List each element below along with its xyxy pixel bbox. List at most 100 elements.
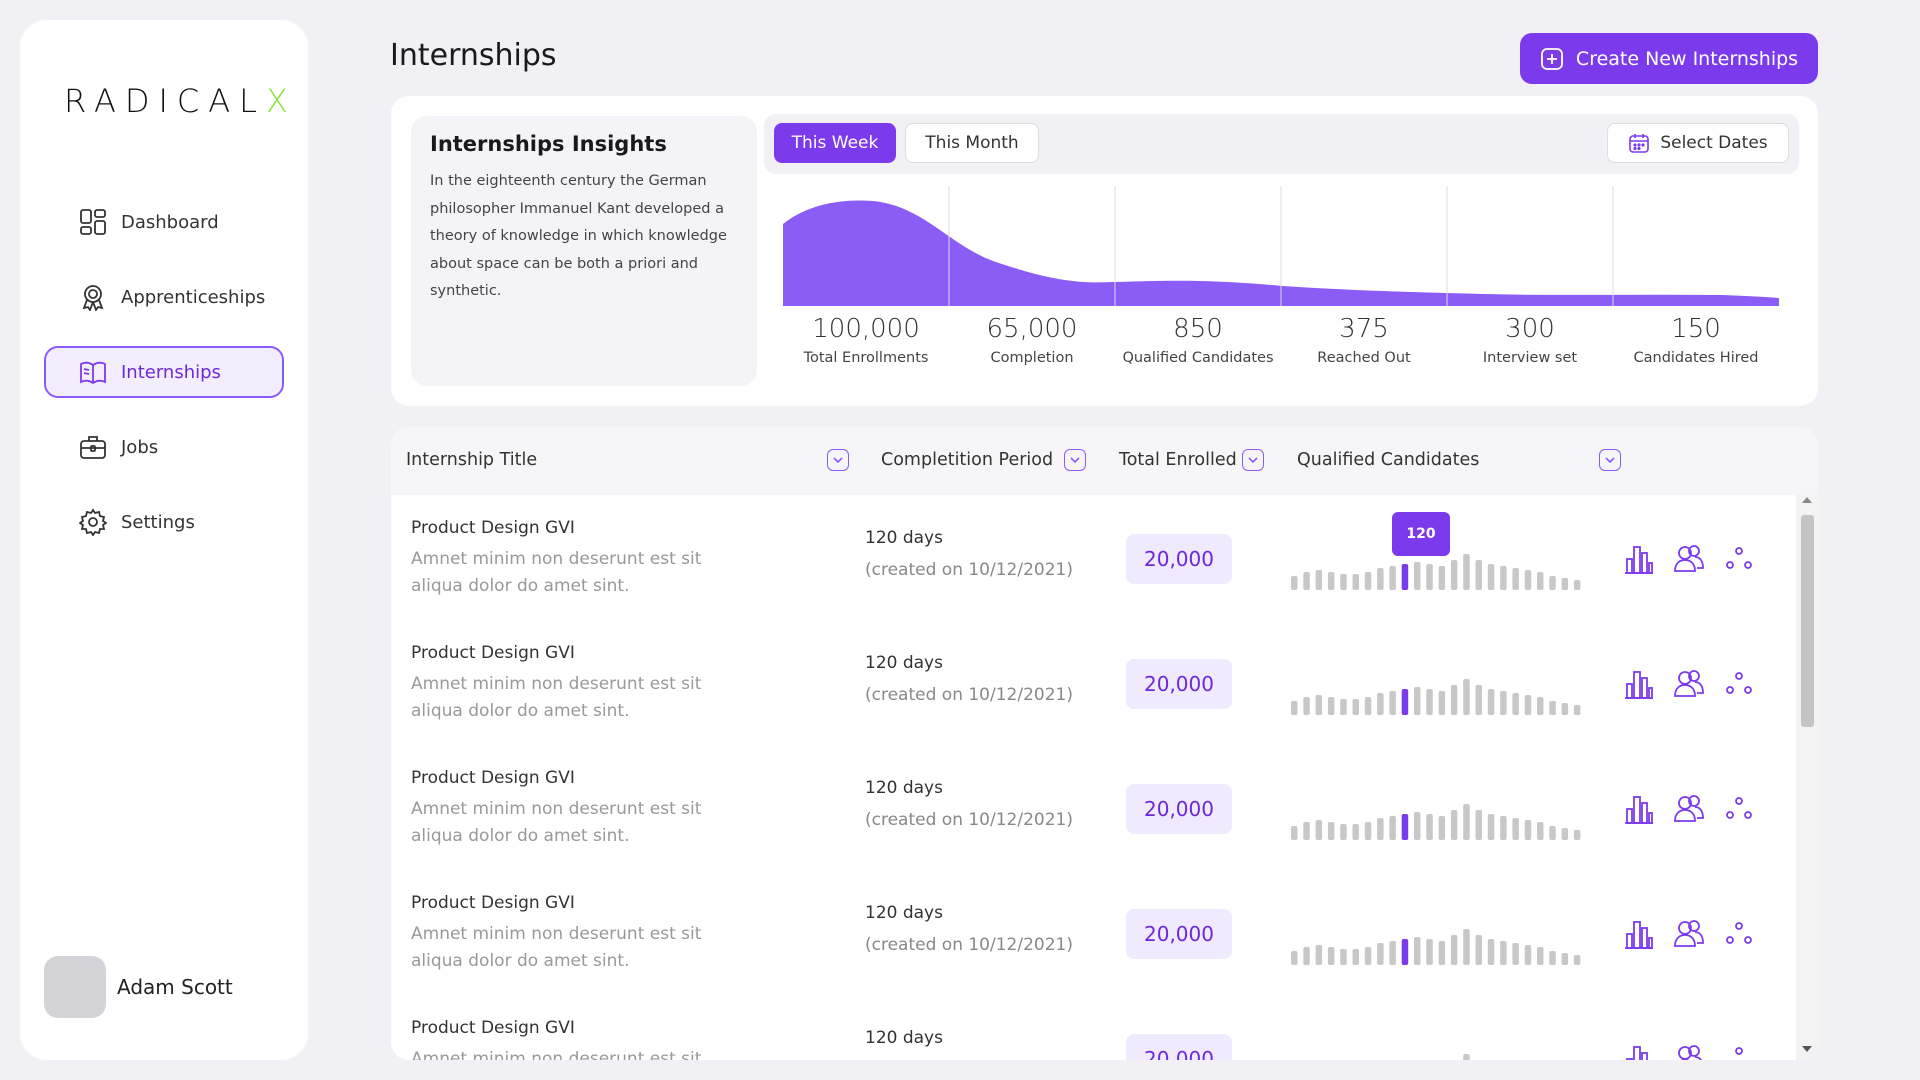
sidebar-item-label: Apprenticeships [121, 286, 266, 308]
scroll-down-arrow[interactable] [1802, 1046, 1812, 1052]
sidebar-item-apprenticeships[interactable]: Apprenticeships [44, 271, 284, 323]
users-icon[interactable] [1673, 541, 1705, 577]
mini-bar [1327, 572, 1335, 590]
stat-value: 375 [1339, 314, 1389, 344]
mini-bar [1340, 949, 1347, 965]
sidebar-item-settings[interactable]: Settings [44, 496, 284, 548]
sort-period-button[interactable] [1064, 449, 1086, 471]
users-icon[interactable] [1673, 791, 1705, 827]
table-scrollbar[interactable] [1796, 495, 1818, 1060]
mini-bar [1315, 570, 1323, 590]
stats-icon[interactable] [1623, 541, 1655, 577]
sidebar-item-internships[interactable]: Internships [44, 346, 284, 398]
share-nodes-icon[interactable] [1723, 666, 1755, 702]
internship-description: Amnet minim non deserunt est sit aliqua … [411, 799, 702, 846]
total-enrolled-badge: 20,000 [1126, 784, 1232, 834]
mini-bar [1352, 574, 1359, 590]
insights-stats: 100,000 Total Enrollments 65,000 Complet… [783, 314, 1779, 366]
scroll-thumb[interactable] [1801, 515, 1814, 727]
stat-label: Completion [990, 350, 1074, 366]
table-row[interactable]: Product Design GVI Amnet minim non deser… [391, 995, 1796, 1060]
internship-description: Amnet minim non deserunt est sit aliqua … [411, 674, 702, 721]
user-profile[interactable]: Adam Scott [44, 956, 233, 1018]
mini-bar [1487, 939, 1495, 965]
tab-this-week[interactable]: This Week [774, 123, 896, 163]
mini-bar [1463, 804, 1470, 840]
bar-tooltip: 120 [1392, 512, 1450, 556]
qualified-candidates-sparkbars [1291, 554, 1581, 590]
table-row[interactable]: Product Design GVI Amnet minim non deser… [391, 870, 1796, 995]
users-icon[interactable] [1673, 916, 1705, 952]
mini-bar [1500, 691, 1507, 715]
sort-qualified-button[interactable] [1599, 449, 1621, 471]
internship-description: Amnet minim non deserunt est sit aliqua … [411, 1049, 702, 1060]
mini-bar [1352, 824, 1359, 840]
stat-label: Qualified Candidates [1122, 350, 1274, 366]
mini-bar [1573, 580, 1581, 590]
mini-bar [1537, 822, 1544, 840]
plus-square-icon [1540, 47, 1564, 71]
scroll-up-arrow[interactable] [1802, 497, 1812, 503]
mini-bar [1340, 574, 1347, 590]
qualified-candidates-sparkbars [1463, 1054, 1470, 1060]
mini-bar [1327, 822, 1335, 840]
mini-bar [1438, 816, 1446, 840]
users-icon[interactable] [1673, 1041, 1705, 1060]
table-row[interactable]: Product Design GVI Amnet minim non deser… [391, 745, 1796, 870]
create-internship-button[interactable]: Create New Internships [1520, 33, 1818, 84]
sort-title-button[interactable] [827, 449, 849, 471]
share-nodes-icon[interactable] [1723, 916, 1755, 952]
completion-period: 120 days [865, 653, 943, 673]
stats-icon[interactable] [1623, 1041, 1655, 1060]
sidebar-item-label: Settings [121, 511, 195, 533]
stats-icon[interactable] [1623, 791, 1655, 827]
share-nodes-icon[interactable] [1723, 791, 1755, 827]
mini-bar [1327, 947, 1335, 965]
mini-bar [1426, 814, 1433, 840]
table-row[interactable]: Product Design GVI Amnet minim non deser… [391, 620, 1796, 745]
mini-bar [1303, 947, 1310, 965]
mini-bar [1561, 578, 1569, 590]
share-nodes-icon[interactable] [1723, 1041, 1755, 1060]
share-nodes-icon[interactable] [1723, 541, 1755, 577]
mini-bar [1303, 572, 1310, 590]
stat-reached-out: 375 Reached Out [1281, 314, 1447, 366]
chevron-down-icon [1605, 457, 1615, 464]
users-icon[interactable] [1673, 666, 1705, 702]
mini-bar [1364, 697, 1372, 715]
mini-bar [1352, 699, 1359, 715]
mini-bar [1500, 816, 1507, 840]
mini-bar [1291, 701, 1298, 715]
internships-table: Internship Title Completition Period Tot… [391, 427, 1818, 1060]
page-title: Internships [390, 38, 557, 73]
sidebar-item-label: Dashboard [121, 211, 219, 233]
stat-value: 65,000 [986, 314, 1078, 344]
select-dates-button[interactable]: Select Dates [1607, 123, 1789, 163]
mini-bar [1450, 560, 1458, 590]
mini-bar [1463, 554, 1470, 590]
sidebar-item-dashboard[interactable]: Dashboard [44, 196, 284, 248]
mini-bar [1377, 568, 1384, 590]
mini-bar [1315, 945, 1323, 965]
mini-bar [1537, 947, 1544, 965]
mini-bar [1487, 689, 1495, 715]
mini-bar [1549, 576, 1556, 590]
stat-label: Candidates Hired [1633, 350, 1759, 366]
mini-bar [1340, 824, 1347, 840]
mini-bar [1414, 687, 1421, 715]
mini-bar [1463, 1054, 1470, 1060]
table-row[interactable]: Product Design GVI Amnet minim non deser… [391, 495, 1796, 620]
mini-bar [1364, 822, 1372, 840]
mini-bar [1364, 572, 1372, 590]
mini-bar [1389, 816, 1396, 840]
created-date: (created on 10/12/2021) [865, 810, 1073, 830]
stats-icon[interactable] [1623, 916, 1655, 952]
tab-this-month[interactable]: This Month [905, 123, 1039, 163]
sidebar-item-jobs[interactable]: Jobs [44, 421, 284, 473]
sort-enrolled-button[interactable] [1242, 449, 1264, 471]
insights-toolbar: This Week This Month Select Dates [764, 114, 1799, 174]
mini-bar [1512, 568, 1519, 590]
mini-bar [1475, 560, 1482, 590]
logo-accent: X [265, 82, 297, 120]
stats-icon[interactable] [1623, 666, 1655, 702]
